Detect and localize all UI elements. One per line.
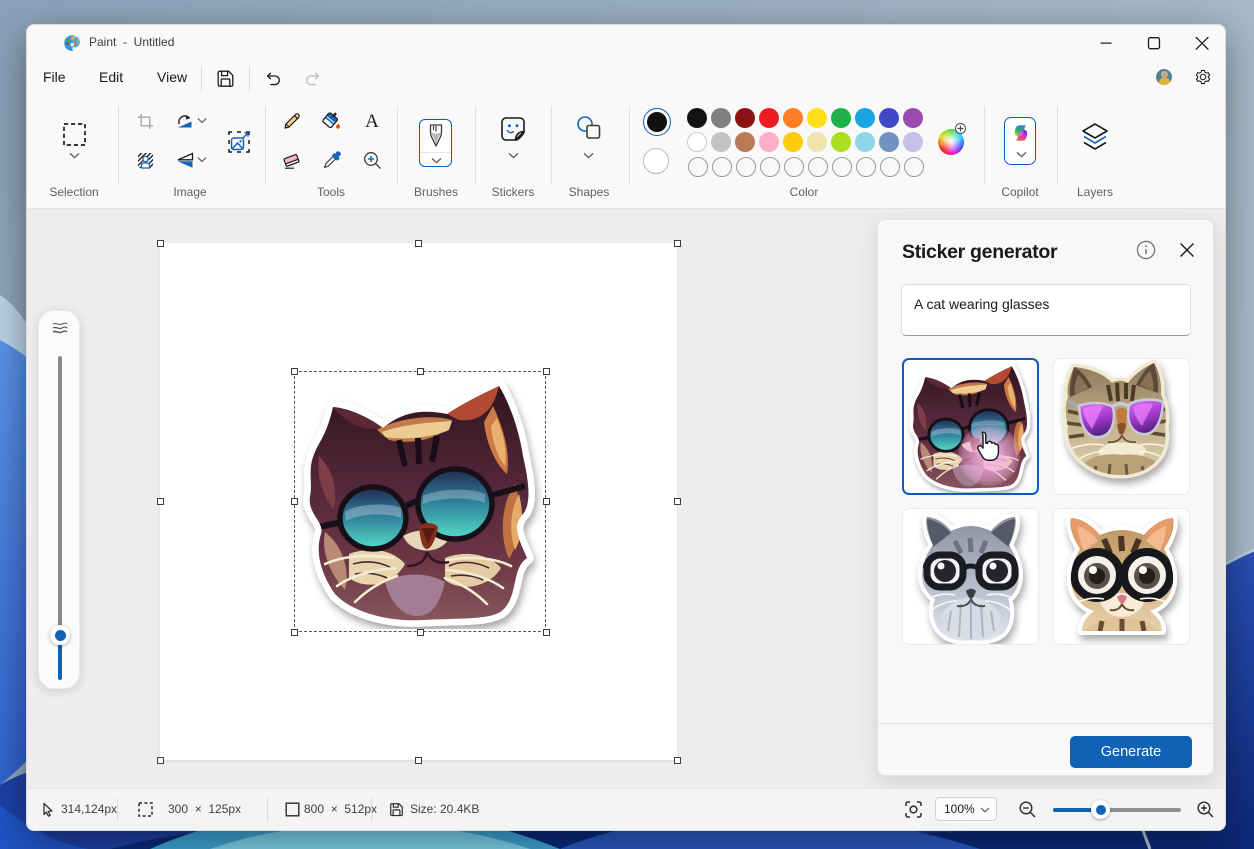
svg-text:A: A	[365, 111, 379, 130]
